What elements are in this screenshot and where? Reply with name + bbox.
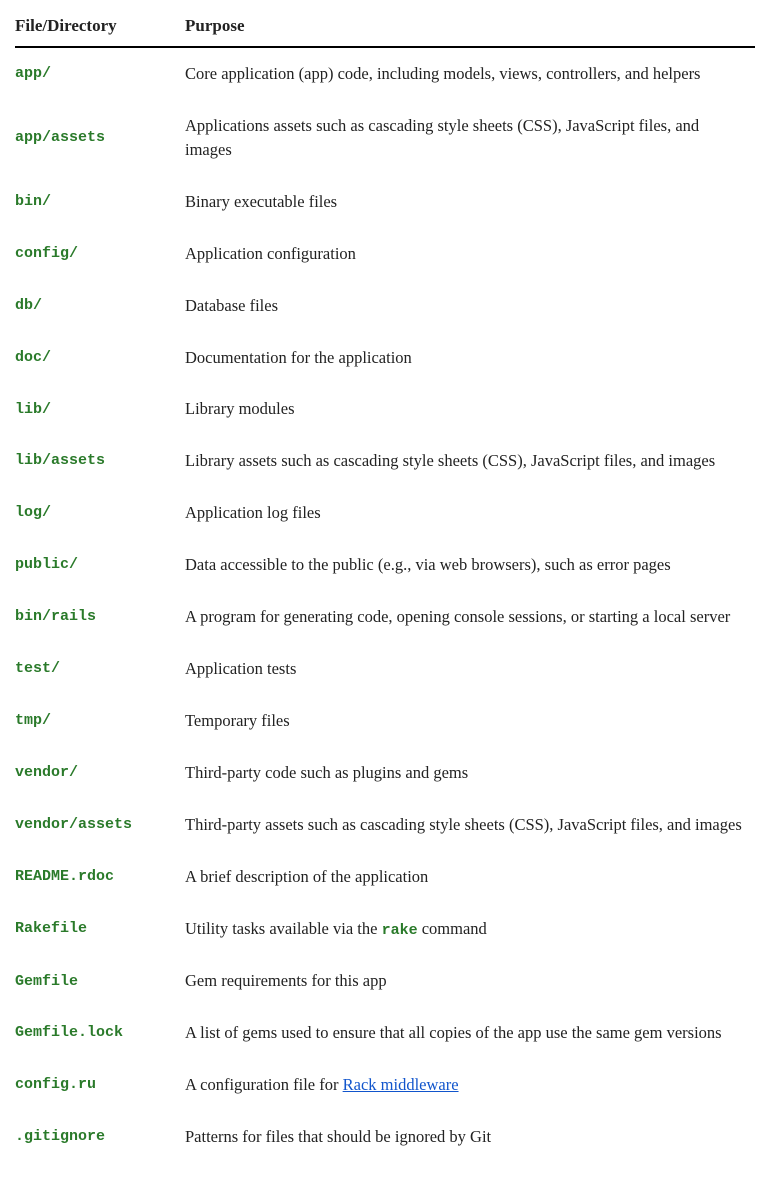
file-purpose: Database files [185,280,755,332]
purpose-text: command [418,919,487,938]
table-row: doc/Documentation for the application [15,332,755,384]
table-row: RakefileUtility tasks available via the … [15,903,755,956]
file-name: vendor/assets [15,799,185,851]
file-purpose: Utility tasks available via the rake com… [185,903,755,956]
file-name: README.rdoc [15,851,185,903]
file-name: tmp/ [15,695,185,747]
table-row: log/Application log files [15,487,755,539]
table-row: bin/railsA program for generating code, … [15,591,755,643]
file-purpose: Application configuration [185,228,755,280]
file-name: public/ [15,539,185,591]
file-name: bin/rails [15,591,185,643]
purpose-text: Utility tasks available via the [185,919,382,938]
header-purpose: Purpose [185,10,755,47]
file-purpose: A program for generating code, opening c… [185,591,755,643]
file-name: Gemfile [15,955,185,1007]
table-row: GemfileGem requirements for this app [15,955,755,1007]
file-name: app/ [15,47,185,100]
table-row: bin/Binary executable files [15,176,755,228]
table-row: db/Database files [15,280,755,332]
file-purpose: Temporary files [185,695,755,747]
table-row: Gemfile.lockA list of gems used to ensur… [15,1007,755,1059]
table-row: lib/Library modules [15,383,755,435]
file-name: db/ [15,280,185,332]
file-name: log/ [15,487,185,539]
header-file: File/Directory [15,10,185,47]
file-purpose: Documentation for the application [185,332,755,384]
table-row: vendor/Third-party code such as plugins … [15,747,755,799]
file-name: test/ [15,643,185,695]
table-row: app/assetsApplications assets such as ca… [15,100,755,176]
file-name: config/ [15,228,185,280]
file-name: vendor/ [15,747,185,799]
directory-table: File/Directory Purpose app/Core applicat… [15,10,755,1163]
file-name: app/assets [15,100,185,176]
table-row: lib/assetsLibrary assets such as cascadi… [15,435,755,487]
table-row: config/Application configuration [15,228,755,280]
file-purpose: Third-party code such as plugins and gem… [185,747,755,799]
table-row: public/Data accessible to the public (e.… [15,539,755,591]
file-name: doc/ [15,332,185,384]
file-purpose: Application log files [185,487,755,539]
file-purpose: Library modules [185,383,755,435]
file-purpose: Third-party assets such as cascading sty… [185,799,755,851]
file-purpose: Gem requirements for this app [185,955,755,1007]
purpose-text: A configuration file for [185,1075,343,1094]
file-purpose: Library assets such as cascading style s… [185,435,755,487]
file-name: lib/ [15,383,185,435]
file-purpose: Applications assets such as cascading st… [185,100,755,176]
table-row: .gitignorePatterns for files that should… [15,1111,755,1163]
file-name: Rakefile [15,903,185,956]
file-purpose: Binary executable files [185,176,755,228]
file-name: Gemfile.lock [15,1007,185,1059]
table-row: vendor/assetsThird-party assets such as … [15,799,755,851]
file-purpose: Core application (app) code, including m… [185,47,755,100]
table-row: app/Core application (app) code, includi… [15,47,755,100]
file-purpose: Application tests [185,643,755,695]
file-purpose: A list of gems used to ensure that all c… [185,1007,755,1059]
file-purpose: A configuration file for Rack middleware [185,1059,755,1111]
table-row: README.rdocA brief description of the ap… [15,851,755,903]
file-name: .gitignore [15,1111,185,1163]
file-purpose: Data accessible to the public (e.g., via… [185,539,755,591]
inline-code: rake [382,922,418,939]
file-purpose: Patterns for files that should be ignore… [185,1111,755,1163]
file-name: config.ru [15,1059,185,1111]
table-row: config.ruA configuration file for Rack m… [15,1059,755,1111]
file-purpose: A brief description of the application [185,851,755,903]
table-row: test/Application tests [15,643,755,695]
table-row: tmp/Temporary files [15,695,755,747]
rack-middleware-link[interactable]: Rack middleware [343,1075,459,1094]
file-name: bin/ [15,176,185,228]
file-name: lib/assets [15,435,185,487]
